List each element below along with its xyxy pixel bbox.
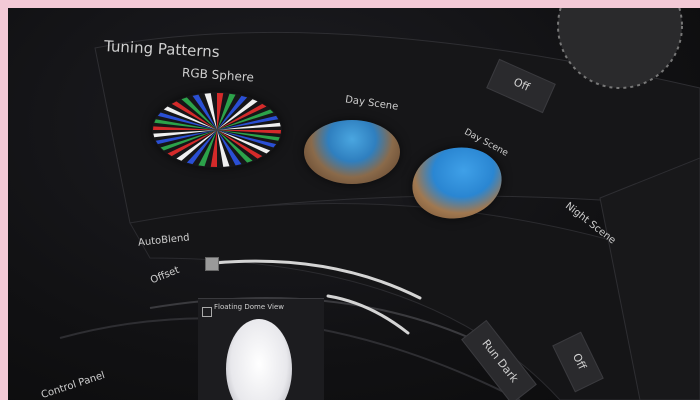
dome-preview [226, 319, 292, 400]
window-icon [202, 307, 212, 317]
top-border [0, 0, 700, 8]
left-border [0, 8, 8, 400]
dome-viewport: Tuning Patterns RGB Sphere Day Scene Day… [0, 8, 700, 400]
slider-tracks [213, 259, 422, 335]
blend-slider-track [326, 294, 410, 335]
floating-dome-title: Floating Dome View [214, 303, 284, 311]
offset-slider-handle[interactable] [205, 257, 219, 271]
offset-slider-track [213, 259, 422, 300]
floating-dome-window[interactable]: Floating Dome View [198, 298, 324, 400]
